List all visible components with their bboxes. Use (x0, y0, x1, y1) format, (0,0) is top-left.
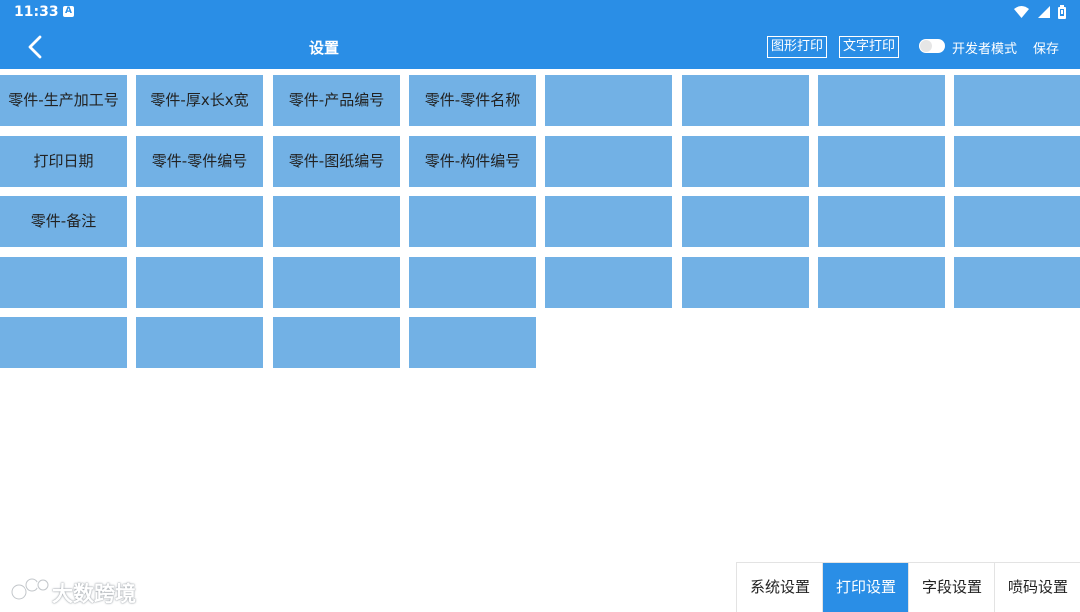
empty-field-cell[interactable] (818, 75, 945, 126)
empty-field-cell[interactable] (818, 196, 945, 247)
empty-field-cell[interactable] (545, 257, 672, 308)
tab-0[interactable]: 系统设置 (737, 563, 823, 612)
tab-divider (994, 563, 995, 612)
developer-mode-toggle[interactable] (919, 39, 945, 53)
status-icons (1011, 5, 1066, 19)
empty-field-cell[interactable] (273, 317, 400, 368)
field-cell[interactable]: 零件-厚x长x宽 (136, 75, 263, 126)
status-bar: 11:33 A (0, 0, 1080, 25)
empty-field-cell[interactable] (409, 317, 536, 368)
field-grid: 零件-生产加工号 零件-厚x长x宽 零件-产品编号 零件-零件名称打印日期 零件-零件编… (0, 75, 1080, 375)
tab-3[interactable]: 喷码设置 (995, 563, 1080, 612)
toggle-knob (920, 40, 932, 52)
field-cell[interactable]: 打印日期 (0, 136, 127, 187)
tab-1[interactable]: 打印设置 (823, 563, 909, 612)
empty-field-cell[interactable] (409, 196, 536, 247)
text-print-button[interactable]: 文字打印 (839, 36, 900, 58)
field-cell[interactable]: 零件-零件名称 (409, 75, 536, 126)
empty-field-cell[interactable] (273, 257, 400, 308)
field-cell[interactable]: 零件-生产加工号 (0, 75, 127, 126)
empty-field-cell[interactable] (954, 136, 1080, 187)
empty-field-cell[interactable] (545, 196, 672, 247)
empty-field-cell[interactable] (954, 75, 1080, 126)
field-cell[interactable]: 零件-图纸编号 (273, 136, 400, 187)
status-time: 11:33 (14, 4, 59, 20)
save-button[interactable]: 保存 (1033, 38, 1059, 57)
empty-field-cell[interactable] (545, 136, 672, 187)
watermark-text: 大数跨境 (52, 582, 136, 606)
empty-field-cell[interactable] (0, 317, 127, 368)
graphic-print-button[interactable]: 图形打印 (767, 36, 828, 58)
empty-field-cell[interactable] (136, 317, 263, 368)
empty-field-cell[interactable] (273, 196, 400, 247)
field-cell[interactable]: 零件-零件编号 (136, 136, 263, 187)
wifi-icon (1013, 6, 1029, 18)
empty-field-cell[interactable] (954, 257, 1080, 308)
empty-field-cell[interactable] (682, 136, 809, 187)
empty-field-cell[interactable] (682, 196, 809, 247)
app-bar: 设置 图形打印 文字打印 开发者模式 保存 (0, 25, 1080, 69)
page-title: 设置 (308, 39, 339, 57)
developer-mode-label: 开发者模式 (952, 42, 1018, 57)
empty-field-cell[interactable] (682, 257, 809, 308)
empty-field-cell[interactable] (409, 257, 536, 308)
watermark-logo-icon (10, 577, 50, 601)
a-icon: A (63, 6, 74, 17)
empty-field-cell[interactable] (136, 196, 263, 247)
empty-field-cell[interactable] (682, 75, 809, 126)
tab-2[interactable]: 字段设置 (909, 563, 995, 612)
signal-icon (1037, 6, 1050, 18)
empty-field-cell[interactable] (136, 257, 263, 308)
field-cell[interactable]: 零件-产品编号 (273, 75, 400, 126)
empty-field-cell[interactable] (954, 196, 1080, 247)
empty-field-cell[interactable] (0, 257, 127, 308)
battery-icon (1058, 5, 1066, 19)
field-cell[interactable]: 零件-构件编号 (409, 136, 536, 187)
empty-field-cell[interactable] (818, 136, 945, 187)
empty-field-cell[interactable] (818, 257, 945, 308)
tab-divider (822, 563, 823, 612)
field-cell[interactable]: 零件-备注 (0, 196, 127, 247)
bottom-tab-bar: 系统设置 打印设置 字段设置 喷码设置 (736, 562, 1080, 612)
tab-divider (908, 563, 909, 612)
empty-field-cell[interactable] (545, 75, 672, 126)
